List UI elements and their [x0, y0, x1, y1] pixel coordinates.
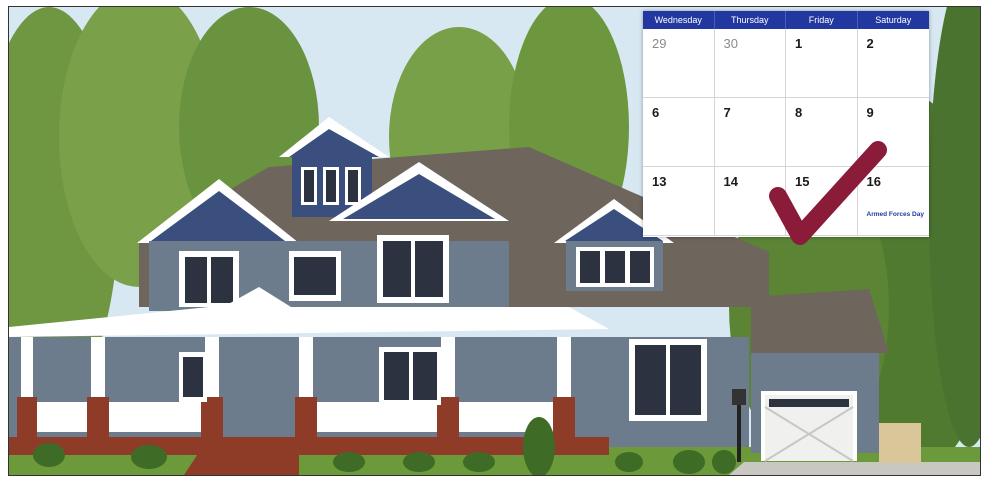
date-number: 16 — [866, 174, 881, 189]
day-header: Thursday — [715, 11, 786, 29]
date-number: 15 — [795, 174, 810, 189]
date-number: 9 — [866, 105, 874, 120]
day-header: Saturday — [875, 15, 912, 25]
date-cell: 6 — [643, 98, 715, 167]
garage-roof — [751, 289, 889, 353]
date-cell: 9 — [857, 98, 929, 167]
date-cell: 13 — [643, 167, 715, 236]
date-number: 8 — [795, 105, 803, 120]
date-number: 30 — [723, 36, 738, 51]
calendar-overlay: Wednesday Thursday Friday Saturday 29 30… — [643, 11, 929, 237]
driveway — [729, 462, 980, 475]
date-number: 2 — [866, 36, 874, 51]
day-header: Wednesday — [643, 11, 715, 29]
date-number: 29 — [652, 36, 667, 51]
lattice — [879, 423, 921, 463]
date-cell: 7 — [714, 98, 786, 167]
date-cell: 2 — [857, 29, 929, 98]
date-cell: 15 — [786, 167, 858, 236]
date-number: 7 — [723, 105, 731, 120]
day-header: Friday — [786, 11, 858, 29]
date-cell: 30 — [714, 29, 786, 98]
lamp-post — [737, 402, 741, 462]
calendar-grid: 29 30 1 2 6 7 8 9 13 14 15 16 Armed Forc… — [643, 29, 929, 236]
holiday-note: Armed Forces Day — [866, 211, 924, 218]
date-cell: 29 — [643, 29, 715, 98]
date-cell: 8 — [786, 98, 858, 167]
date-number: 6 — [652, 105, 660, 120]
date-cell: 1 — [786, 29, 858, 98]
date-cell: 14 — [714, 167, 786, 236]
calendar-header: Wednesday Thursday Friday Saturday — [643, 11, 929, 29]
date-number: 13 — [652, 174, 667, 189]
date-cell: 16 Armed Forces Day — [857, 167, 929, 236]
date-number: 1 — [795, 36, 803, 51]
date-number: 14 — [723, 174, 738, 189]
